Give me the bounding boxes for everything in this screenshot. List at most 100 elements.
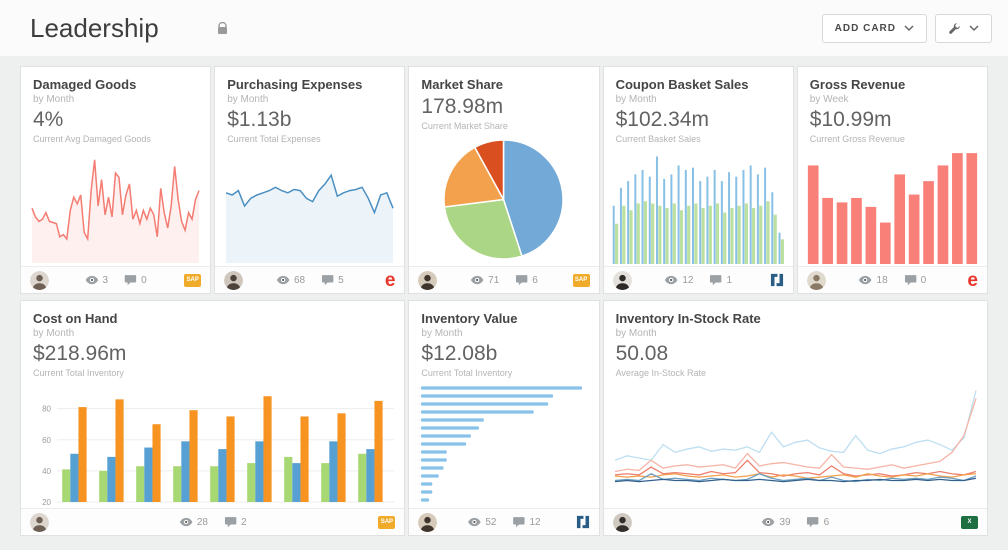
card-value-label: Current Basket Sales — [615, 134, 701, 144]
sap-badge: SAP — [572, 273, 590, 287]
gross-revenue-bar-chart[interactable] — [806, 148, 979, 264]
views-icon — [762, 517, 775, 527]
card-title: Inventory Value — [421, 311, 518, 326]
views-count: 18 — [876, 274, 888, 286]
purchasing-expenses-line-chart[interactable] — [223, 148, 396, 264]
card-subtitle: by Month — [227, 94, 269, 105]
comments-count: 0 — [141, 274, 147, 286]
views-icon — [276, 275, 290, 285]
inventory-value-hbar-chart[interactable] — [417, 382, 590, 506]
add-card-button[interactable]: ADD CARD — [821, 13, 927, 43]
comments-count: 6 — [532, 274, 538, 286]
card-coupon-basket-sales[interactable]: Coupon Basket Sales by Month $102.34m Cu… — [602, 66, 794, 294]
card-value: $12.08b — [421, 342, 498, 365]
excel-badge: X — [960, 515, 978, 529]
views-count: 12 — [682, 274, 694, 286]
views-count: 52 — [485, 516, 497, 528]
card-title: Cost on Hand — [33, 311, 118, 326]
sap-badge: SAP — [378, 515, 396, 529]
views-icon — [468, 517, 481, 527]
card-value-label: Current Market Share — [421, 121, 508, 131]
views-count: 71 — [488, 274, 500, 286]
card-inventory-in-stock-rate[interactable]: Inventory In-Stock Rate by Month 50.08 A… — [602, 300, 988, 536]
comments-count: 6 — [823, 516, 830, 528]
card-value-label: Current Total Expenses — [227, 134, 321, 144]
card-subtitle: by Month — [33, 94, 75, 105]
card-subtitle: by Week — [809, 94, 849, 105]
wrench-icon — [949, 22, 960, 34]
card-value: 178.98m — [421, 95, 504, 118]
card-value-label: Current Avg Damaged Goods — [33, 134, 151, 144]
comments-icon — [904, 275, 916, 286]
card-inventory-value[interactable]: Inventory Value by Month $12.08b Current… — [408, 300, 600, 536]
in-stock-rate-line-chart[interactable] — [612, 382, 979, 506]
card-cost-on-hand[interactable]: Cost on Hand by Month $218.96m Current T… — [20, 300, 406, 536]
page-title: Leadership — [30, 12, 159, 43]
avatar[interactable] — [224, 270, 244, 290]
admin-tools-button[interactable] — [935, 13, 992, 43]
card-subtitle: by Month — [33, 328, 75, 339]
comments-icon — [513, 517, 525, 528]
comments-icon — [807, 517, 819, 528]
avatar[interactable] — [30, 270, 49, 290]
svg-text:40: 40 — [42, 467, 51, 476]
svg-text:80: 80 — [42, 405, 51, 414]
card-footer: 68 5 e — [215, 266, 405, 293]
avatar[interactable] — [612, 270, 632, 290]
card-footer: 18 0 e — [797, 266, 987, 293]
card-value-label: Current Total Inventory — [421, 368, 513, 378]
comments-icon — [124, 275, 137, 286]
lock-icon — [217, 21, 228, 35]
damaged-goods-line-chart[interactable] — [29, 148, 202, 264]
card-footer: 39 6 X — [603, 508, 987, 535]
card-subtitle: by Month — [615, 94, 657, 105]
card-value: $1.13b — [227, 108, 292, 131]
card-footer: 12 1 — [603, 266, 793, 293]
card-value: 50.08 — [615, 342, 669, 365]
avatar[interactable] — [418, 512, 438, 532]
card-title: Market Share — [421, 77, 504, 92]
card-title: Inventory In-Stock Rate — [615, 311, 761, 326]
views-count: 28 — [196, 516, 208, 528]
market-share-pie-chart[interactable] — [417, 135, 590, 264]
comments-icon — [516, 275, 528, 286]
comments-count: 5 — [338, 274, 344, 286]
comments-icon — [224, 517, 237, 528]
comments-count: 2 — [240, 516, 247, 528]
chevron-down-icon — [904, 24, 914, 31]
card-damaged-goods[interactable]: Damaged Goods by Month 4% Current Avg Da… — [20, 66, 212, 294]
views-icon — [85, 275, 98, 285]
card-value: $218.96m — [33, 342, 127, 365]
e-logo-badge: e — [384, 269, 396, 291]
card-purchasing-expenses[interactable]: Purchasing Expenses by Month $1.13b Curr… — [214, 66, 406, 294]
comments-count: 1 — [726, 274, 733, 286]
card-subtitle: by Month — [421, 328, 463, 339]
chevron-down-icon — [969, 24, 979, 31]
card-value-label: Average In-Stock Rate — [615, 368, 706, 378]
coupon-basket-bar-chart[interactable] — [612, 148, 785, 264]
card-value-label: Current Gross Revenue — [809, 134, 905, 144]
sap-badge: SAP — [184, 273, 202, 287]
views-icon — [665, 275, 678, 285]
card-subtitle: by Month — [615, 328, 657, 339]
views-icon — [179, 517, 193, 527]
cost-on-hand-grouped-bar-chart[interactable]: 20 40 60 80 — [29, 382, 396, 507]
avatar[interactable] — [612, 512, 632, 532]
comments-icon — [710, 275, 722, 286]
views-count: 68 — [293, 274, 306, 286]
card-footer: 28 2 SAP — [21, 508, 405, 535]
views-count: 39 — [779, 516, 791, 528]
page-header: Leadership ADD CARD — [0, 0, 1008, 56]
avatar[interactable] — [806, 270, 826, 290]
card-gross-revenue[interactable]: Gross Revenue by Week $10.99m Current Gr… — [796, 66, 988, 294]
comments-icon — [321, 275, 334, 286]
comments-count: 12 — [529, 516, 541, 528]
card-footer: 71 6 SAP — [409, 266, 599, 293]
avatar[interactable] — [418, 270, 438, 290]
card-value: $102.34m — [615, 108, 709, 131]
dashboard: Damaged Goods by Month 4% Current Avg Da… — [0, 56, 1008, 536]
card-value: $10.99m — [809, 108, 892, 131]
avatar[interactable] — [30, 512, 49, 532]
card-market-share[interactable]: Market Share 178.98m Current Market Shar… — [408, 66, 600, 294]
views-count: 3 — [102, 274, 109, 286]
